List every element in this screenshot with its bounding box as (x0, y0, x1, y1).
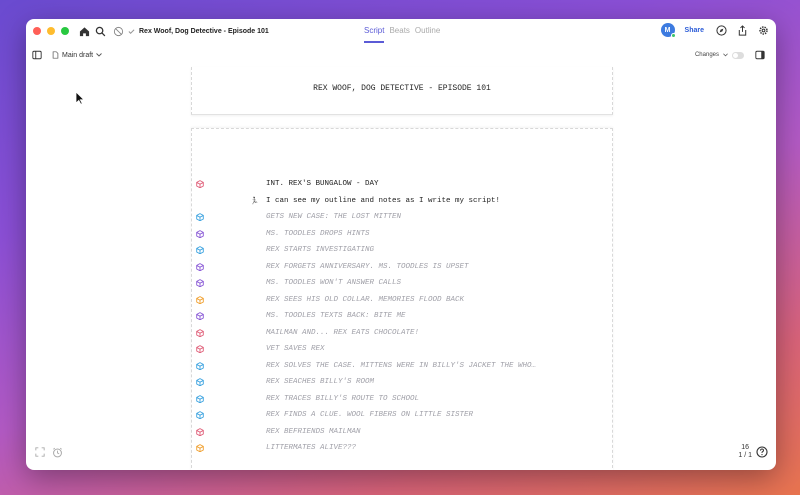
line-text: REX BEFRIENDS MAILMAN (266, 427, 361, 436)
focus-mode-icon[interactable] (33, 445, 47, 459)
outline-beat[interactable]: REX TRACES BILLY'S ROUTE TO SCHOOL (192, 393, 614, 407)
outline-beat[interactable]: REX SEES HIS OLD COLLAR. MEMORIES FLOOD … (192, 294, 614, 308)
outline-beat[interactable]: REX FINDS A CLUE. WOOL FIBERS ON LITTLE … (192, 409, 614, 423)
beat-cube-icon[interactable] (196, 427, 204, 436)
line-text: REX SEACHES BILLY'S ROOM (266, 378, 375, 386)
script-page[interactable]: INT. REX'S BUNGALOW - DAY 🏃 I can see my o… (191, 128, 613, 470)
beat-cube-icon[interactable] (196, 394, 204, 403)
beat-cube-icon[interactable] (196, 279, 204, 287)
window-controls (33, 27, 69, 35)
beat-cube-icon[interactable] (196, 411, 204, 419)
line-text: REX SEES HIS OLD COLLAR. MEMORIES FLOOD … (266, 295, 465, 304)
mouse-cursor-icon (75, 91, 85, 105)
close-window-button[interactable] (33, 27, 41, 35)
share-button[interactable]: Share (685, 27, 704, 34)
outline-beat[interactable]: MS. TOODLES TEXTS BACK: BITE ME (192, 310, 614, 324)
right-panel-toggle-icon[interactable] (754, 49, 766, 61)
beat-cube-icon[interactable] (196, 444, 204, 452)
minimize-window-button[interactable] (47, 27, 55, 35)
compass-icon[interactable] (714, 23, 728, 37)
beat-cube-icon[interactable] (196, 328, 204, 337)
avatar-initial: M (664, 26, 671, 34)
line-text: MAILMAN AND... REX EATS CHOCOLATE! (266, 328, 420, 337)
gear-icon[interactable] (756, 23, 770, 37)
page-count: 16 1 / 1 (738, 444, 752, 460)
saved-check-icon (127, 24, 135, 38)
document-icon (52, 51, 59, 59)
offline-icon[interactable] (111, 24, 125, 38)
beat-cube-icon[interactable] (196, 378, 204, 386)
bottom-left-tools (33, 445, 64, 459)
outline-beat[interactable]: REX FORGETS ANNIVERSARY. MS. TOODLES IS … (192, 261, 614, 275)
editor-toolbar: Main draft Changes (26, 43, 776, 67)
outline-beat[interactable]: REX BEFRIENDS MAILMAN (192, 426, 614, 440)
line-text: MS. TOODLES WON'T ANSWER CALLS (266, 279, 402, 287)
outline-beat[interactable]: VET SAVES REX (192, 343, 614, 357)
beat-cube-icon[interactable] (196, 262, 204, 271)
outline-beat[interactable]: MS. TOODLES WON'T ANSWER CALLS (192, 277, 614, 291)
line-text: REX TRACES BILLY'S ROUTE TO SCHOOL (266, 394, 420, 403)
chevron-down-icon (723, 53, 728, 57)
outline-beat[interactable]: MS. TOODLES DROPS HINTS (192, 228, 614, 242)
beat-cube-icon[interactable] (196, 345, 204, 353)
page-of: 1 / 1 (738, 452, 752, 459)
help-icon[interactable] (755, 445, 769, 459)
line-text: GETS NEW CASE: THE LOST MITTEN (266, 213, 402, 221)
search-icon[interactable] (93, 24, 107, 38)
line-text: MS. TOODLES DROPS HINTS (266, 229, 370, 238)
view-tabs: Script Beats Outline (364, 19, 440, 43)
outline-beat[interactable]: GETS NEW CASE: THE LOST MITTEN (192, 211, 614, 225)
document-title[interactable]: Rex Woof, Dog Detective - Episode 101 (139, 28, 269, 35)
zoom-window-button[interactable] (61, 27, 69, 35)
outline-beat[interactable]: MAILMAN AND... REX EATS CHOCOLATE! (192, 327, 614, 341)
page-number: 16 (741, 444, 750, 451)
changes-toggle[interactable] (732, 51, 744, 59)
line-text: REX STARTS INVESTIGATING (266, 246, 375, 254)
avatar[interactable]: M (660, 23, 676, 38)
title-bar-tools: M Share (660, 23, 770, 38)
draft-label: Main draft (62, 51, 94, 59)
line-text: REX FORGETS ANNIVERSARY. MS. TOODLES IS … (266, 262, 469, 271)
outline-beat[interactable]: REX STARTS INVESTIGATING (192, 244, 614, 258)
tab-beats[interactable]: Beats (389, 19, 409, 43)
page-indicator: 16 1 / 1 (738, 444, 769, 460)
timer-icon[interactable] (50, 445, 64, 459)
home-icon[interactable] (77, 24, 91, 38)
chevron-down-icon (96, 53, 102, 57)
line-text: REX FINDS A CLUE. WOOL FIBERS ON LITTLE … (266, 411, 474, 419)
line-text: MS. TOODLES TEXTS BACK: BITE ME (266, 312, 406, 320)
draft-selector[interactable]: Main draft (52, 51, 102, 59)
runner-icon: 🏃 (250, 197, 259, 206)
beat-cube-icon[interactable] (196, 180, 204, 188)
line-text: REX SOLVES THE CASE. MITTENS WERE IN BIL… (266, 361, 537, 370)
outline-beat[interactable]: REX SOLVES THE CASE. MITTENS WERE IN BIL… (192, 360, 614, 374)
outline-beat[interactable]: LITTERMATES ALIVE??? (192, 442, 614, 456)
title-bar: Rex Woof, Dog Detective - Episode 101 Sc… (26, 19, 776, 43)
line-text: I can see my outline and notes as I writ… (266, 196, 501, 205)
outline-beat[interactable]: REX SEACHES BILLY'S ROOM (192, 376, 614, 390)
beat-cube-icon[interactable] (196, 295, 204, 304)
line-text: INT. REX'S BUNGALOW - DAY (266, 180, 379, 188)
online-status-dot (670, 33, 676, 38)
beat-cube-icon[interactable] (196, 213, 204, 221)
changes-label: Changes (694, 52, 719, 58)
action-line[interactable]: 🏃 I can see my outline and notes as I wri… (192, 195, 614, 209)
tab-outline[interactable]: Outline (415, 19, 440, 43)
script-title[interactable]: REX WOOF, DOG DETECTIVE - EPISODE 101 (192, 84, 612, 93)
line-text: LITTERMATES ALIVE??? (266, 444, 357, 452)
title-page: REX WOOF, DOG DETECTIVE - EPISODE 101 (191, 67, 613, 115)
line-text: VET SAVES REX (266, 345, 325, 353)
tab-script[interactable]: Script (364, 19, 385, 43)
beat-cube-icon[interactable] (196, 229, 204, 238)
sidebar-toggle-icon[interactable] (30, 48, 44, 62)
app-window: Rex Woof, Dog Detective - Episode 101 Sc… (26, 19, 776, 470)
beat-cube-icon[interactable] (196, 312, 204, 320)
scene-heading[interactable]: INT. REX'S BUNGALOW - DAY (192, 178, 614, 192)
changes-control[interactable]: Changes (695, 49, 766, 61)
export-icon[interactable] (735, 23, 749, 37)
beat-cube-icon[interactable] (196, 361, 204, 370)
beat-cube-icon[interactable] (196, 246, 204, 254)
